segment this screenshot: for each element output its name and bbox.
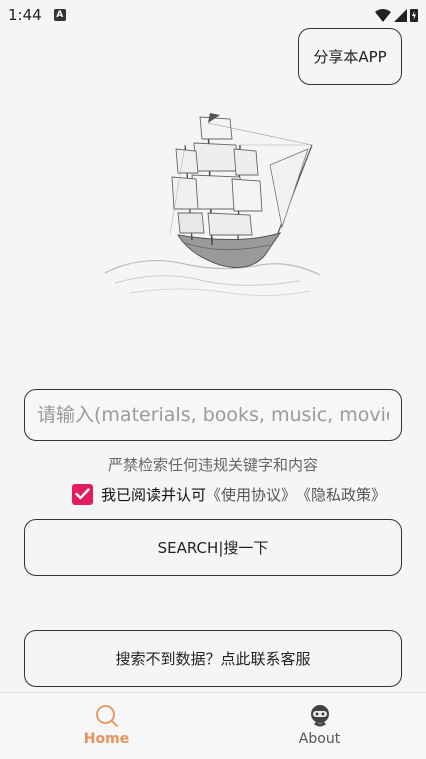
nav-about-tab[interactable]: About: [213, 693, 426, 759]
share-app-button[interactable]: 分享本APP: [298, 28, 402, 85]
checkmark-icon: [75, 488, 90, 500]
agreement-text: 我已阅读并认可: [101, 485, 207, 504]
status-time: 1:44: [8, 6, 42, 24]
cellular-signal-icon: [394, 8, 407, 22]
sailing-ship-illustration: [104, 113, 321, 297]
nav-about-label: About: [298, 731, 341, 747]
wifi-icon: [375, 8, 391, 22]
status-icons: [375, 8, 418, 22]
nav-home-label: Home: [83, 731, 130, 747]
notification-badge-icon: A: [53, 9, 66, 21]
agreement-row: 我已阅读并认可 《使用协议》 《隐私政策》: [72, 482, 386, 506]
contact-support-button[interactable]: 搜索不到数据？点此联系客服: [24, 630, 402, 687]
agreement-checkbox[interactable]: [72, 483, 93, 505]
nav-home-tab[interactable]: Home: [0, 693, 213, 759]
search-warning-text: 严禁检索任何违规关键字和内容: [107, 456, 318, 474]
search-icon: [95, 705, 118, 727]
privacy-policy-link[interactable]: 《隐私政策》: [296, 484, 386, 505]
status-bar: 1:44 A: [0, 0, 426, 30]
status-left: 1:44 A: [8, 6, 66, 24]
bottom-navigation: Home About: [0, 692, 426, 759]
search-button[interactable]: SEARCH|搜一下: [24, 519, 402, 576]
search-input[interactable]: [24, 389, 402, 441]
terms-of-use-link[interactable]: 《使用协议》: [206, 484, 296, 505]
battery-charging-icon: [410, 9, 418, 22]
robot-icon: [310, 705, 329, 727]
